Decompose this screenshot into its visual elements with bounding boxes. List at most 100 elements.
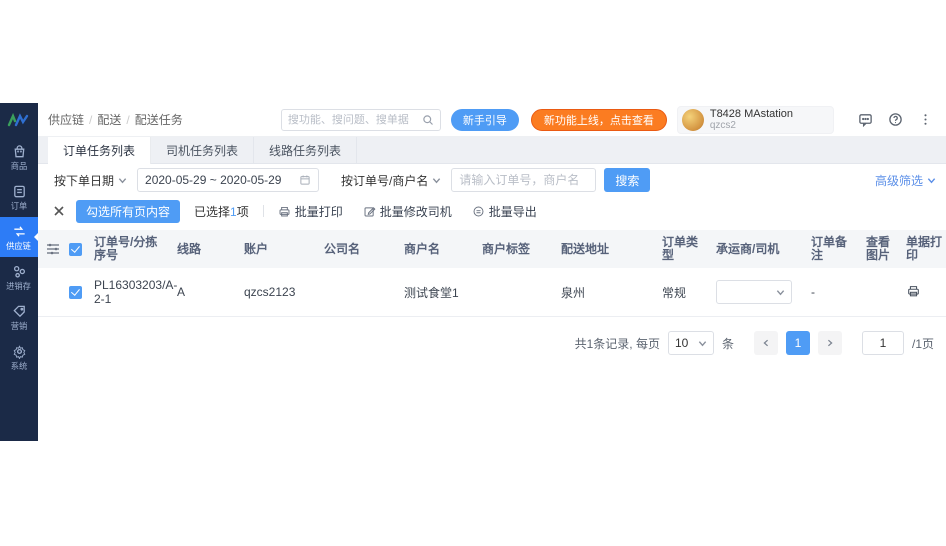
chevron-down-icon: [776, 288, 785, 297]
bag-icon: [12, 144, 27, 159]
order-task-table: 订单号/分拣序号 线路 账户 公司名 商户名 商户标签 配送地址 订单类型 承运…: [38, 230, 946, 317]
chevron-left-icon: [762, 339, 770, 347]
col-order-no: 订单号/分拣序号: [90, 230, 173, 268]
tab-route-task-list[interactable]: 线路任务列表: [254, 137, 357, 163]
sidebar-item-goods[interactable]: 商品: [0, 137, 38, 177]
user-name: T8428 MAstation: [710, 109, 793, 120]
breadcrumb-item[interactable]: 配送任务: [135, 111, 183, 128]
breadcrumb-separator: /: [89, 113, 92, 127]
pagination-unit: 条: [722, 335, 734, 352]
cell-order-type: 常规: [658, 268, 712, 317]
col-account: 账户: [240, 230, 320, 268]
avatar: [682, 109, 704, 131]
col-doc-print: 单据打印: [902, 230, 946, 268]
date-range-input[interactable]: 2020-05-29 ~ 2020-05-29: [137, 168, 319, 192]
col-remark: 订单备注: [807, 230, 862, 268]
table-row: PL16303203/A-2-1 A qzcs2123 测试食堂1 泉州 常规: [38, 268, 946, 317]
carrier-driver-select[interactable]: [716, 280, 792, 304]
filter-bar: 按下单日期 2020-05-29 ~ 2020-05-29 按订单号/商户名 搜…: [38, 164, 946, 196]
more-vertical-icon: [918, 112, 933, 127]
breadcrumb-item[interactable]: 供应链: [48, 111, 84, 128]
tab-driver-task-list[interactable]: 司机任务列表: [151, 137, 254, 163]
breadcrumb-item[interactable]: 配送: [97, 111, 121, 128]
topbar: 供应链 / 配送 / 配送任务 新手引导 新功能上线，点击查看 T8428 MA…: [38, 103, 946, 137]
batch-export-button[interactable]: 批量导出: [472, 203, 537, 220]
cell-company: [320, 268, 400, 317]
sidebar-item-label: 商品: [11, 161, 28, 170]
column-settings-icon[interactable]: [46, 243, 60, 255]
batch-toolbar: 勾选所有页内容 已选择1项 批量打印 批量修改司机 批量导出: [38, 196, 946, 226]
close-icon[interactable]: [50, 202, 68, 220]
date-type-dropdown[interactable]: 按下单日期: [54, 172, 127, 189]
printer-icon: [278, 205, 291, 218]
sidebar-item-label: 供应链: [7, 241, 32, 250]
cell-account: qzcs2123: [240, 268, 320, 317]
page-jump-input[interactable]: [862, 331, 904, 355]
global-search-input[interactable]: [288, 114, 422, 126]
chat-icon: [858, 112, 873, 127]
next-page-button[interactable]: [818, 331, 842, 355]
supply-chain-icon: [12, 224, 27, 239]
app-logo[interactable]: [0, 103, 38, 137]
col-line: 线路: [173, 230, 240, 268]
table-header-row: 订单号/分拣序号 线路 账户 公司名 商户名 商户标签 配送地址 订单类型 承运…: [38, 230, 946, 268]
help-button[interactable]: [884, 109, 906, 131]
row-checkbox[interactable]: [69, 286, 82, 299]
edit-icon: [363, 205, 376, 218]
chevron-down-icon: [432, 176, 441, 185]
prev-page-button[interactable]: [754, 331, 778, 355]
chevron-down-icon: [698, 339, 707, 348]
cell-remark: -: [807, 268, 862, 317]
pagination-total-pages: /1页: [912, 335, 934, 352]
more-menu-button[interactable]: [914, 109, 936, 131]
select-all-checkbox[interactable]: [69, 243, 82, 256]
selected-count-text: 已选择1项: [194, 203, 249, 220]
keyword-input[interactable]: [451, 168, 596, 192]
cell-view-image: [862, 268, 902, 317]
cell-merchant: 测试食堂1: [400, 268, 478, 317]
sidebar-item-inventory[interactable]: 进销存: [0, 257, 38, 297]
select-all-pages-button[interactable]: 勾选所有页内容: [76, 200, 180, 223]
search-button[interactable]: 搜索: [604, 168, 650, 192]
export-icon: [472, 205, 485, 218]
chevron-down-icon: [927, 176, 936, 185]
newbie-guide-button[interactable]: 新手引导: [451, 109, 519, 131]
col-merchant-tag: 商户标签: [478, 230, 557, 268]
app-window: 商品 订单 供应链 进销存 营销: [0, 103, 946, 441]
printer-icon[interactable]: [906, 284, 921, 298]
sidebar-item-marketing[interactable]: 营销: [0, 297, 38, 337]
batch-print-button[interactable]: 批量打印: [278, 203, 343, 220]
gear-icon: [12, 344, 27, 359]
current-page-button[interactable]: 1: [786, 331, 810, 355]
search-icon[interactable]: [422, 114, 434, 126]
sidebar-item-system[interactable]: 系统: [0, 337, 38, 377]
batch-modify-driver-button[interactable]: 批量修改司机: [363, 203, 452, 220]
tab-order-task-list[interactable]: 订单任务列表: [48, 137, 151, 164]
col-address: 配送地址: [557, 230, 658, 268]
tag-icon: [12, 304, 27, 319]
sidebar-item-supply-chain[interactable]: 供应链: [0, 217, 38, 257]
page-size-select[interactable]: 10: [668, 331, 714, 355]
cell-address: 泉州: [557, 268, 658, 317]
chevron-right-icon: [826, 339, 834, 347]
keyword-type-dropdown[interactable]: 按订单号/商户名: [341, 172, 441, 189]
user-menu[interactable]: T8428 MAstation qzcs2: [677, 106, 834, 134]
sidebar-item-label: 营销: [11, 321, 28, 330]
col-company: 公司名: [320, 230, 400, 268]
global-search: [281, 109, 441, 131]
task-tabs: 订单任务列表 司机任务列表 线路任务列表: [38, 137, 946, 164]
new-feature-button[interactable]: 新功能上线，点击查看: [531, 109, 667, 131]
cell-merchant-tag: [478, 268, 557, 317]
sidebar-item-label: 订单: [11, 201, 28, 210]
pagination: 共1条记录, 每页 10 条 1 /1页: [38, 317, 946, 355]
help-icon: [888, 112, 903, 127]
feedback-button[interactable]: [854, 109, 876, 131]
sidebar: 商品 订单 供应链 进销存 营销: [0, 103, 38, 441]
chevron-down-icon: [118, 176, 127, 185]
col-carrier-driver: 承运商/司机: [712, 230, 807, 268]
col-order-type: 订单类型: [658, 230, 712, 268]
sidebar-item-orders[interactable]: 订单: [0, 177, 38, 217]
user-account: qzcs2: [710, 120, 793, 131]
advanced-filter-toggle[interactable]: 高级筛选: [875, 172, 936, 189]
selected-count: 1: [230, 205, 237, 219]
